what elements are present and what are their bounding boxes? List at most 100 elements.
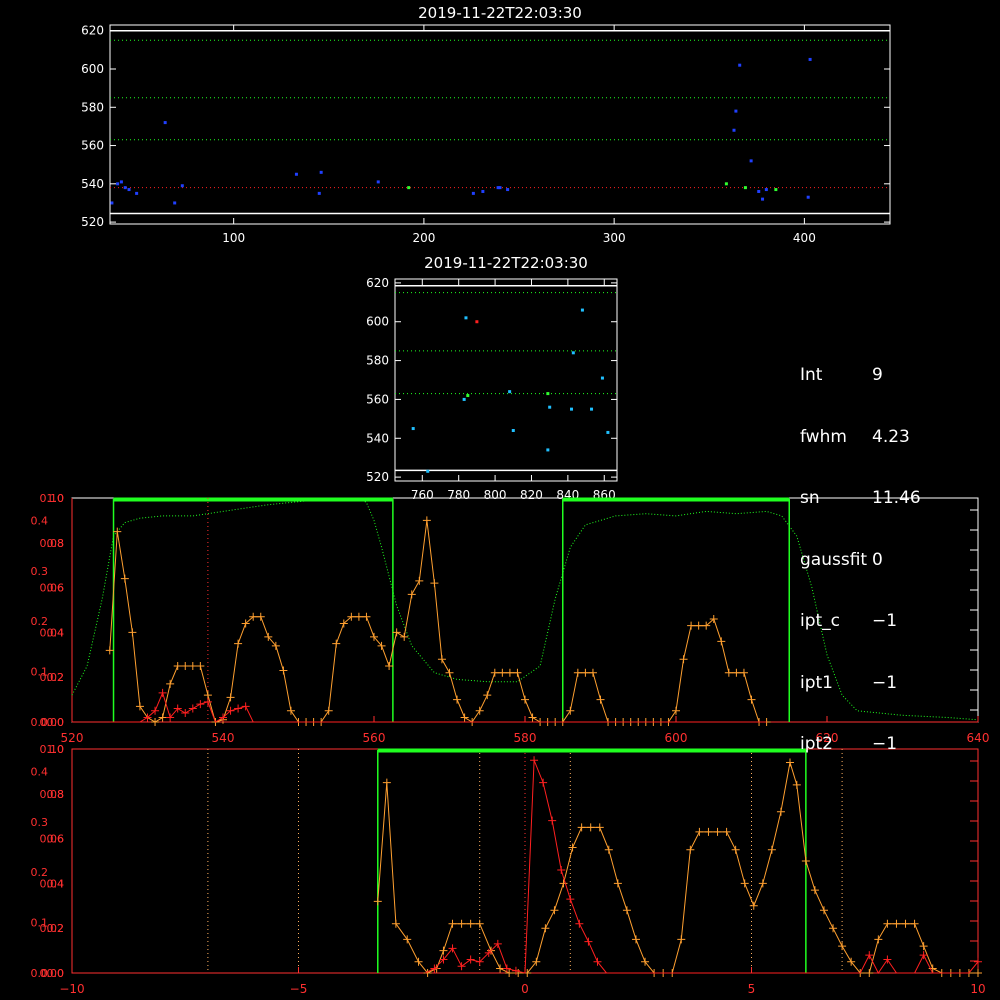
- data-point-marker: [704, 827, 713, 836]
- y-tick-label: 620: [81, 24, 104, 38]
- y-tick-label: 580: [81, 100, 104, 114]
- data-point-marker: [865, 951, 874, 960]
- info-label: Int: [800, 365, 823, 385]
- x-tick-label: 0: [521, 982, 529, 996]
- data-point: [743, 186, 747, 190]
- y-tick-label: 0.04: [40, 626, 65, 639]
- data-point-marker: [679, 655, 688, 664]
- x-tick-label: 5: [748, 982, 756, 996]
- data-point-marker: [584, 937, 593, 946]
- y-tick-label: 580: [366, 354, 389, 368]
- info-row-gaussfit: gaussfit 0: [800, 550, 921, 571]
- info-label: ipt2: [800, 734, 833, 754]
- y-tick-label: 0.4: [31, 765, 49, 778]
- data-point-marker: [883, 919, 892, 928]
- data-point: [471, 191, 475, 195]
- info-label: gaussfit: [800, 549, 868, 570]
- data-point-marker: [548, 816, 557, 825]
- y-tick-label: 0.1: [31, 917, 49, 930]
- data-point-marker: [747, 695, 756, 704]
- data-point-marker: [234, 639, 243, 648]
- y-tick-label: 0.3: [31, 816, 49, 829]
- data-point-marker: [135, 702, 144, 711]
- data-point-marker: [391, 919, 400, 928]
- data-point-marker: [332, 639, 341, 648]
- y-tick-label: 600: [81, 62, 104, 76]
- data-point-marker: [483, 691, 492, 700]
- data-point-marker: [622, 906, 631, 915]
- data-point-marker: [758, 879, 767, 888]
- data-point: [407, 186, 411, 190]
- data-point: [317, 191, 321, 195]
- info-value: −1: [872, 734, 898, 754]
- data-point-marker: [566, 706, 575, 715]
- data-point-marker: [541, 924, 550, 933]
- data-point: [600, 376, 604, 380]
- data-point: [806, 195, 810, 199]
- data-point: [571, 351, 575, 355]
- y-tick-label: 520: [81, 215, 104, 229]
- x-tick-label: 780: [447, 488, 470, 502]
- data-point-marker: [120, 574, 129, 583]
- data-point-marker: [910, 919, 919, 928]
- x-tick-label: 540: [212, 731, 235, 745]
- data-point-marker: [490, 668, 499, 677]
- data-point-marker: [498, 668, 507, 677]
- data-point: [506, 188, 510, 192]
- data-point-marker: [581, 668, 590, 677]
- y-tick-label: 540: [81, 177, 104, 191]
- data-point-marker: [686, 845, 695, 854]
- x-tick-label: 300: [603, 231, 626, 245]
- chart-title: 2019-11-22T22:03:30: [424, 254, 588, 272]
- data-point: [481, 189, 485, 193]
- y-tick-label: 0.04: [40, 877, 65, 890]
- data-point: [127, 188, 131, 192]
- data-point-marker: [974, 969, 982, 977]
- data-point-marker: [740, 879, 749, 888]
- data-point: [110, 201, 114, 205]
- data-point: [546, 448, 550, 452]
- x-tick-label: 560: [363, 731, 386, 745]
- data-point-marker: [439, 946, 448, 955]
- data-point-marker: [241, 702, 250, 711]
- data-point: [294, 172, 298, 176]
- data-point-marker: [801, 857, 810, 865]
- data-point-marker: [595, 823, 604, 832]
- x-tick-label: 10: [970, 982, 985, 996]
- data-point-marker: [226, 693, 235, 702]
- data-point-marker: [573, 668, 582, 677]
- y-tick-label: 540: [366, 431, 389, 445]
- x-tick-label: 800: [484, 488, 507, 502]
- info-row-sn: sn 11.46: [800, 488, 921, 509]
- data-point-marker: [731, 845, 740, 854]
- y-tick-label: 0.06: [40, 582, 65, 595]
- y-tick-label: 0.1: [31, 666, 49, 679]
- data-point-marker: [457, 962, 466, 971]
- x-tick-label: 600: [665, 731, 688, 745]
- data-point-marker: [566, 895, 575, 904]
- y-tick-label: 560: [366, 392, 389, 406]
- data-point-marker: [588, 668, 597, 677]
- y-tick-label: 0.4: [31, 514, 49, 527]
- info-value: 0: [872, 549, 883, 570]
- data-point: [732, 128, 736, 132]
- data-point: [738, 63, 742, 67]
- data-point-marker: [687, 621, 696, 630]
- data-point: [749, 159, 753, 163]
- x-tick-label: 100: [222, 231, 245, 245]
- data-point-marker: [513, 668, 522, 677]
- x-tick-label: 400: [793, 231, 816, 245]
- y-tick-label: 0.3: [31, 565, 49, 578]
- data-point-marker: [382, 778, 391, 787]
- data-point-marker: [158, 688, 167, 697]
- data-point-marker: [181, 662, 190, 670]
- x-tick-label: 580: [514, 731, 537, 745]
- data-point-marker: [256, 612, 265, 621]
- data-point-marker: [373, 897, 382, 906]
- data-point-marker: [919, 942, 928, 951]
- data-point-marker: [362, 612, 371, 621]
- info-value: −1: [872, 672, 898, 693]
- info-value: 9: [872, 365, 883, 385]
- data-point-marker: [767, 845, 776, 854]
- y-tick-label: 0.0: [31, 716, 49, 729]
